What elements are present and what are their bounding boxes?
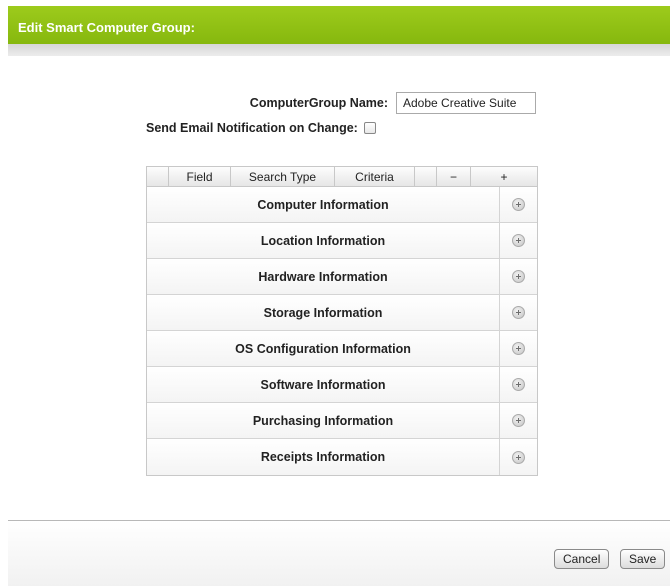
header-cell-add: +: [500, 169, 508, 184]
email-notification-checkbox[interactable]: [363, 122, 376, 134]
dialog-footer: Cancel Save: [8, 520, 670, 586]
add-circle-icon[interactable]: [512, 414, 525, 427]
row-add-button[interactable]: [499, 439, 537, 475]
row-label-receipts-information: Receipts Information: [260, 450, 386, 464]
criteria-table-header: Field Search Type Criteria − +: [147, 167, 537, 187]
row-label-software-information: Software Information: [260, 377, 386, 392]
add-circle-icon[interactable]: [512, 198, 525, 211]
row-label-os-configuration-information: OS Configuration Information: [235, 341, 411, 356]
header-cell-blank: [415, 167, 437, 186]
table-row: Hardware Information: [147, 259, 537, 295]
criteria-table: Field Search Type Criteria − + Computer …: [146, 166, 538, 476]
dialog-header: Edit Smart Computer Group:: [8, 6, 670, 44]
header-cell-criteria[interactable]: Criteria: [335, 167, 415, 186]
row-add-button[interactable]: [499, 187, 537, 222]
cancel-button[interactable]: Cancel: [554, 549, 610, 569]
row-add-button[interactable]: [499, 259, 537, 294]
row-label-storage-information: Storage Information: [263, 305, 383, 320]
table-row: OS Configuration Information: [147, 331, 537, 367]
header-cell-blank: [147, 167, 169, 186]
group-name-input[interactable]: [396, 92, 536, 114]
row-label-computer-information: Computer Information: [257, 197, 389, 212]
table-row: Software Information: [147, 367, 537, 403]
add-circle-icon[interactable]: [512, 270, 525, 283]
header-cell-search-type[interactable]: Search Type: [231, 167, 335, 186]
row-label-location-information: Location Information: [260, 233, 386, 248]
header-cell-field[interactable]: Field: [169, 167, 231, 186]
table-row: Storage Information: [147, 295, 537, 331]
add-circle-icon[interactable]: [512, 450, 525, 464]
row-add-button[interactable]: [499, 403, 537, 438]
row-label-hardware-information: Hardware Information: [258, 269, 388, 284]
email-notification-label: Send Email Notification on Change:: [146, 121, 358, 135]
row-add-button[interactable]: [499, 367, 537, 402]
add-circle-icon[interactable]: [512, 342, 525, 355]
email-notification-row: Send Email Notification on Change:: [146, 121, 376, 135]
row-label-purchasing-information: Purchasing Information: [252, 413, 394, 428]
header-divider: [8, 44, 670, 56]
table-row: Purchasing Information: [147, 403, 537, 439]
header-cell-remove: −: [437, 167, 471, 186]
table-row: Receipts Information: [147, 439, 537, 475]
add-circle-icon[interactable]: [512, 306, 525, 319]
save-button[interactable]: Save: [620, 549, 666, 569]
table-row: Computer Information: [147, 187, 537, 223]
row-add-button[interactable]: [499, 331, 537, 366]
group-name-row: ComputerGroup Name:: [250, 92, 536, 114]
row-add-button[interactable]: [499, 295, 537, 330]
row-add-button[interactable]: [499, 223, 537, 258]
table-row: Location Information: [147, 223, 537, 259]
add-circle-icon[interactable]: [512, 234, 525, 247]
group-name-label: ComputerGroup Name:: [249, 96, 388, 110]
add-circle-icon[interactable]: [512, 378, 525, 391]
dialog-title: Edit Smart Computer Group:: [18, 20, 195, 35]
